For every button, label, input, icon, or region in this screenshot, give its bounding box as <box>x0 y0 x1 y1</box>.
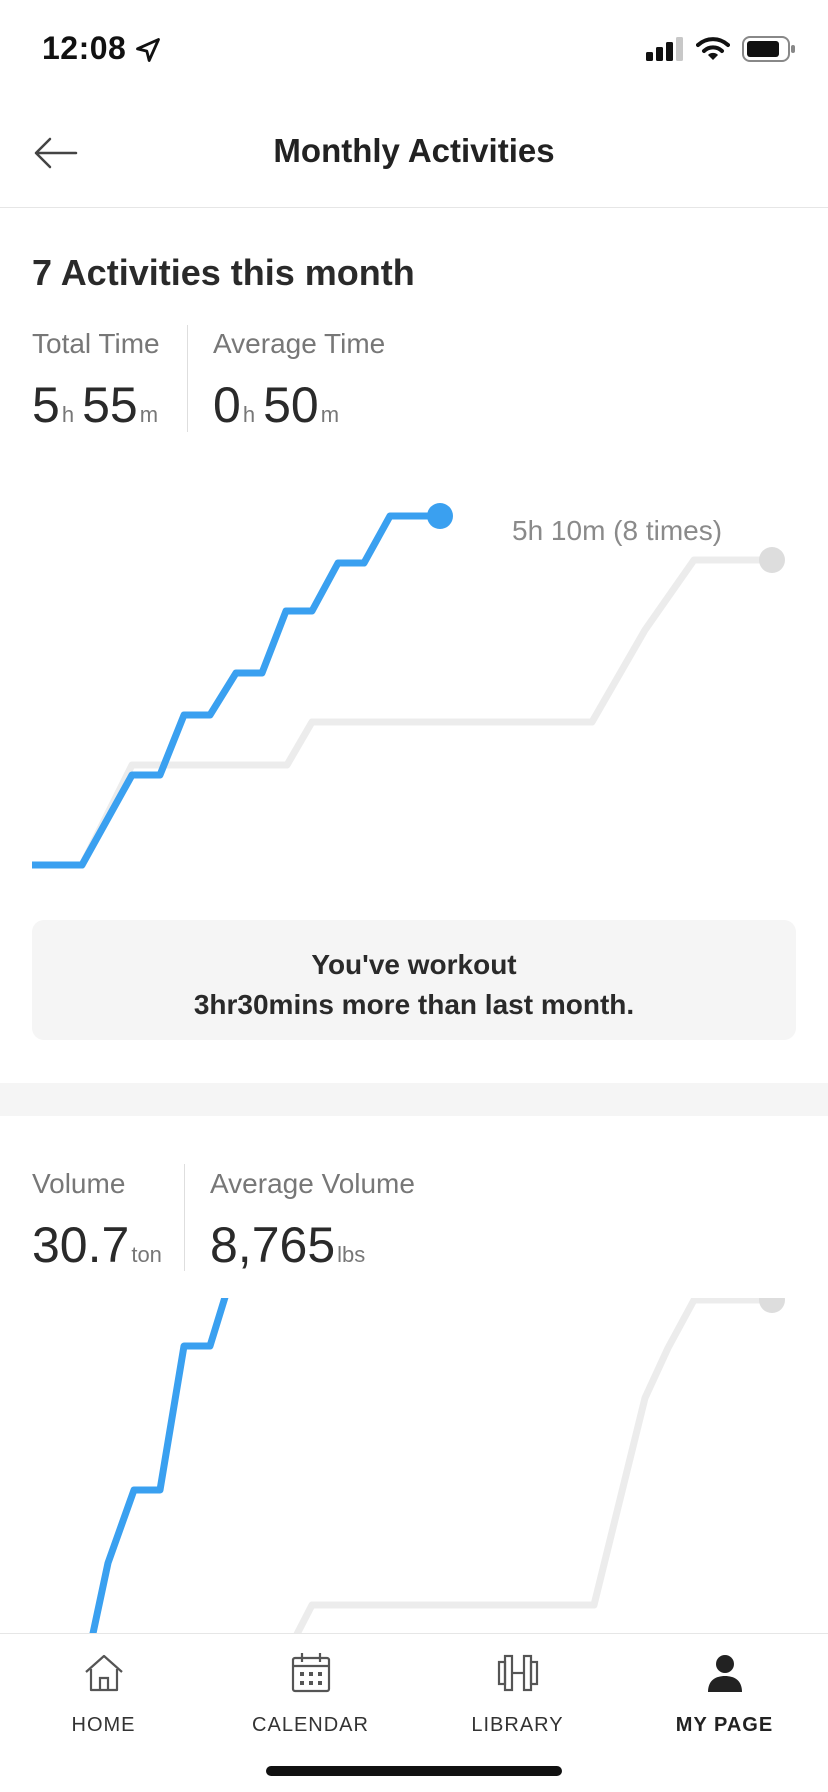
tab-library-label: LIBRARY <box>471 1714 564 1736</box>
average-time-label: Average Time <box>213 328 386 359</box>
volume-unit: ton <box>131 1242 162 1267</box>
volume-chart <box>0 1298 828 1633</box>
home-indicator <box>266 1766 562 1776</box>
average-volume-unit: lbs <box>337 1242 366 1267</box>
status-indicators <box>646 36 796 62</box>
time-chart: 5h 10m (8 times) <box>0 470 828 880</box>
volume-value-row: 30.7ton <box>32 1216 170 1274</box>
minutes-unit: m <box>320 402 340 427</box>
navigation-bar: Monthly Activities <box>0 100 828 208</box>
current-month-time-line <box>32 512 440 869</box>
average-time-hours: 0 <box>213 377 241 433</box>
tab-my-page[interactable]: MY PAGE <box>621 1650 828 1737</box>
last-month-volume-end-point <box>759 1298 785 1313</box>
volume-stat: Volume 30.7ton <box>32 1168 170 1274</box>
message-line-1: You've workout <box>311 949 517 980</box>
current-month-volume-line <box>89 1298 229 1633</box>
total-time-stat: Total Time 5h 55m <box>32 328 166 434</box>
last-month-time-label: 5h 10m (8 times) <box>512 515 723 546</box>
home-icon <box>84 1654 123 1692</box>
total-time-hours: 5 <box>32 377 60 433</box>
status-time: 12:08 <box>42 30 127 66</box>
tab-library[interactable]: LIBRARY <box>414 1650 621 1737</box>
tab-home[interactable]: HOME <box>0 1650 207 1737</box>
last-month-time-line <box>32 556 772 869</box>
minutes-unit: m <box>139 402 159 427</box>
average-time-stat: Average Time 0h 50m <box>213 328 385 434</box>
volume-chart-svg <box>89 1298 785 1633</box>
average-volume-value: 8,765 <box>210 1217 336 1273</box>
battery-icon <box>742 36 795 62</box>
section-separator <box>0 1083 828 1116</box>
last-month-end-point <box>759 547 785 573</box>
status-bar: 12:08 <box>0 0 828 100</box>
activities-summary-title: 7 Activities this month <box>32 252 415 293</box>
tab-calendar-label: CALENDAR <box>252 1714 369 1736</box>
location-arrow-icon <box>136 38 160 62</box>
comparison-message: You've workout 3hr30mins more than last … <box>32 920 796 1040</box>
cellular-signal-icon <box>646 37 683 61</box>
stat-divider <box>187 325 188 432</box>
hours-unit: h <box>242 402 256 427</box>
calendar-icon <box>291 1653 330 1693</box>
last-month-volume-line <box>293 1298 772 1633</box>
average-volume-value-row: 8,765lbs <box>210 1216 415 1274</box>
average-time-minutes: 50 <box>263 377 319 433</box>
tab-calendar[interactable]: CALENDAR <box>207 1650 414 1737</box>
total-time-value: 5h 55m <box>32 376 166 434</box>
page-title: Monthly Activities <box>273 132 555 169</box>
hours-unit: h <box>61 402 75 427</box>
wifi-icon <box>696 37 730 60</box>
average-volume-label: Average Volume <box>210 1168 415 1199</box>
tab-home-label: HOME <box>71 1714 136 1736</box>
person-icon <box>707 1655 742 1692</box>
stat-divider <box>184 1164 185 1271</box>
total-time-label: Total Time <box>32 328 160 359</box>
message-line-2: 3hr30mins more than last month. <box>193 989 635 1020</box>
library-icon <box>497 1654 538 1692</box>
average-volume-stat: Average Volume 8,765lbs <box>210 1168 415 1274</box>
current-month-end-point <box>427 503 453 529</box>
volume-value: 30.7 <box>32 1217 130 1273</box>
tab-my-page-label: MY PAGE <box>675 1714 774 1736</box>
volume-label: Volume <box>32 1168 126 1199</box>
average-time-value: 0h 50m <box>213 376 385 434</box>
total-time-minutes: 55 <box>82 377 138 433</box>
